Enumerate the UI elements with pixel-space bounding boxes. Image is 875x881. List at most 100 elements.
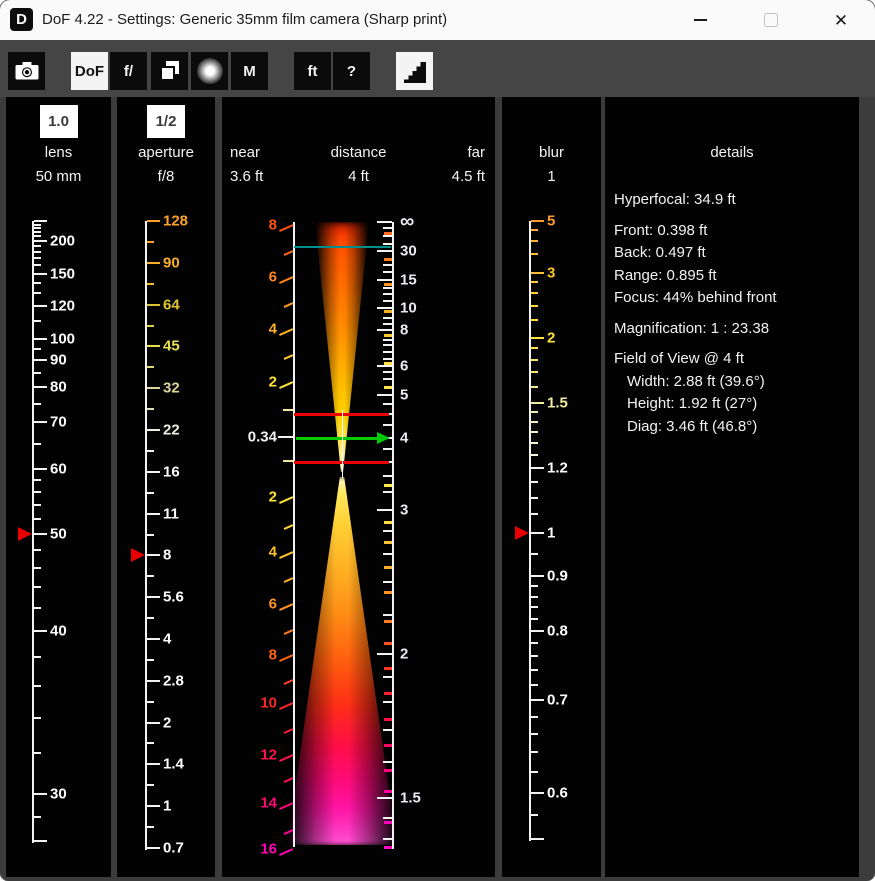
scale-tick [531, 371, 538, 373]
scale-tick [147, 701, 154, 703]
scale-tick [531, 669, 538, 671]
scale-tick [147, 534, 154, 536]
scale-tick [147, 513, 160, 515]
stairs-icon [401, 56, 429, 86]
marker-arrow[interactable] [515, 526, 529, 540]
f-number-mode-button[interactable]: f/ [110, 52, 147, 90]
scale-tick [531, 630, 544, 632]
aperture-scale[interactable]: 1289064453222161185.642.821.410.7 [117, 97, 215, 877]
scale-tick [147, 722, 160, 724]
scale-tick [531, 467, 544, 469]
minimize-button[interactable] [685, 5, 715, 35]
scale-tick [531, 421, 538, 423]
title-bar: D DoF 4.22 - Settings: Generic 35mm film… [0, 0, 875, 40]
scale-tick [34, 491, 41, 493]
scale-tick [34, 685, 41, 687]
details-line: Width: 2.88 ft (39.6°) [614, 371, 855, 394]
details-line: Focus: 44% behind front [614, 287, 855, 310]
scale-tick [531, 229, 538, 231]
scale-tick-label: 0.7 [163, 840, 184, 857]
details-line: Back: 0.497 ft [614, 242, 855, 265]
scale-tick-label: 0.9 [547, 568, 568, 585]
scale-line [32, 221, 34, 843]
details-line: Range: 0.895 ft [614, 265, 855, 288]
scale-tick [531, 431, 538, 433]
close-button[interactable]: ✕ [826, 5, 856, 35]
scale-tick [147, 471, 160, 473]
marker-arrow[interactable] [131, 548, 145, 562]
scale-tick-label: 8 [163, 547, 171, 564]
scale-tick [531, 281, 538, 283]
lens-scale[interactable]: 20015012010090807060504030 [6, 97, 111, 877]
scale-tick [34, 292, 41, 294]
scale-tick [34, 421, 47, 423]
scale-tick-label: 1.2 [547, 460, 568, 477]
scale-tick [147, 220, 160, 222]
details-line: Magnification: 1 : 23.38 [614, 318, 855, 341]
soft-circle-icon [197, 58, 223, 84]
scale-tick [531, 292, 538, 294]
focus-distance-arrow[interactable] [296, 437, 378, 440]
scale-tick [34, 359, 47, 361]
scale-tick [531, 386, 538, 388]
maximize-icon [764, 13, 778, 27]
lens-panel: 1.0 lens 50 mm 2001501201009080706050403… [6, 97, 111, 877]
scale-tick [34, 231, 41, 233]
scale-tick [147, 387, 160, 389]
circle-of-confusion-button[interactable] [191, 52, 228, 90]
scale-tick [531, 411, 538, 413]
help-button[interactable]: ? [333, 52, 370, 90]
toolbar: DoFf/Mft? [0, 40, 875, 97]
scale-tick [147, 763, 160, 765]
app-icon: D [10, 8, 33, 31]
scale-tick [531, 532, 544, 534]
scale-tick [34, 240, 47, 242]
in-focus-beam-line [342, 410, 344, 478]
scale-tick-label: 150 [50, 266, 75, 283]
blur-scale[interactable]: 5321.51.210.90.80.70.6 [502, 97, 601, 877]
scale-tick [147, 826, 154, 828]
camera-icon [14, 59, 40, 83]
scale-tick [531, 716, 538, 718]
blur-panel: blur 1 5321.51.210.90.80.70.6 [502, 97, 601, 877]
scale-tick [531, 220, 544, 222]
scale-tick [34, 245, 41, 247]
steps-button[interactable] [396, 52, 433, 90]
scale-tick-label: 32 [163, 380, 180, 397]
aperture-panel: 1/2 aperture f/8 1289064453222161185.642… [117, 97, 215, 877]
focus-blur-dash [279, 436, 293, 438]
scale-tick [147, 345, 160, 347]
scale-tick-label: 11 [163, 506, 179, 523]
scale-tick [531, 253, 538, 255]
scale-tick [34, 468, 47, 470]
camera-button[interactable] [8, 52, 45, 90]
scale-tick [147, 408, 154, 410]
details-line: Field of View @ 4 ft [614, 348, 855, 371]
scale-tick [531, 575, 544, 577]
window-title: DoF 4.22 - Settings: Generic 35mm film c… [42, 0, 447, 40]
units-feet-button[interactable]: ft [294, 52, 331, 90]
scale-tick [34, 282, 41, 284]
manual-mode-button[interactable]: M [231, 52, 268, 90]
scale-tick [34, 607, 41, 609]
marker-arrow[interactable] [18, 527, 32, 541]
copy-button[interactable] [151, 52, 188, 90]
scale-tick [531, 838, 544, 840]
scale-tick-label: 40 [50, 623, 67, 640]
scale-tick [531, 814, 538, 816]
scale-tick-label: 90 [163, 255, 180, 272]
scale-tick-label: 100 [50, 331, 75, 348]
details-panel: details Hyperfocal: 34.9 ftFront: 0.398 … [605, 97, 859, 877]
scale-tick-label: 3 [547, 265, 555, 282]
scale-tick [34, 533, 47, 535]
scale-tick-label: 1 [163, 798, 171, 815]
maximize-button[interactable] [756, 5, 786, 35]
scale-tick [531, 513, 538, 515]
dof-mode-button[interactable]: DoF [71, 52, 108, 90]
scale-tick-label: 2 [547, 330, 555, 347]
scale-tick [34, 224, 41, 226]
scale-line [529, 221, 531, 841]
scale-tick [34, 586, 41, 588]
scale-tick [531, 771, 538, 773]
scale-tick [147, 304, 160, 306]
